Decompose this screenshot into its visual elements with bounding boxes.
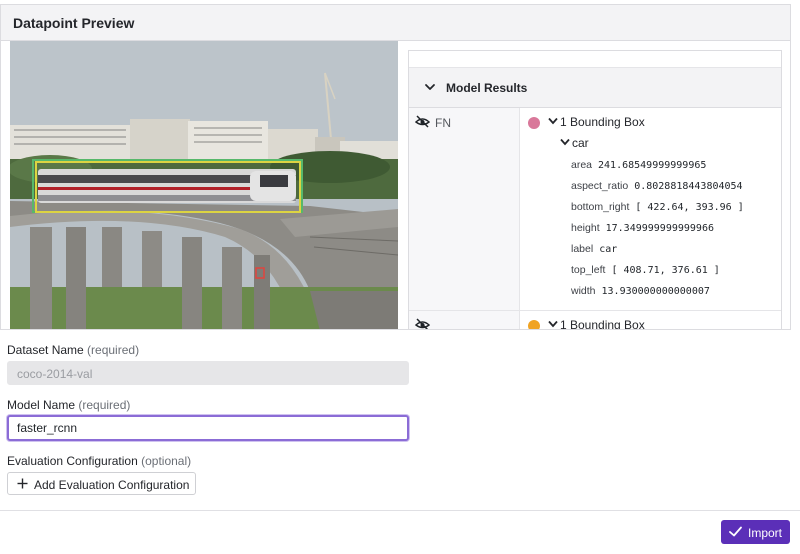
add-evaluation-configuration-button[interactable]: Add Evaluation Configuration [7,472,196,495]
model-name-label: Model Name (required) [7,398,130,412]
optional-note: (optional) [141,454,192,468]
model-name-field[interactable]: faster_rcnn [7,415,409,441]
bounding-box-count: 1 Bounding Box [560,115,645,129]
evaluation-config-label: Evaluation Configuration (optional) [7,454,191,468]
attribute-row: width 13.930000000000007 [520,281,781,302]
dataset-name-value: coco-2014-val [17,367,93,381]
model-results-header[interactable]: Model Results [409,68,781,108]
model-name-value: faster_rcnn [17,421,78,435]
plus-icon [17,478,28,489]
datapoint-image [10,41,398,329]
attribute-value: car [599,244,618,255]
bounding-box-toggle[interactable]: 1 Bounding Box [520,318,781,330]
result-row-fn: FN 1 Bounding Box car area 241.6854999999… [409,108,781,311]
category-toggle[interactable]: car [520,136,781,152]
chevron-down-icon[interactable] [548,117,558,125]
category-label: car [572,136,589,150]
attribute-value: 17.349999999999966 [605,223,714,234]
attribute-name: width [571,285,596,297]
attribute-name: bottom_right [571,201,630,213]
preview-body: Model Results FN 1 Bounding Box car area… [0,40,791,330]
footer-divider [0,510,800,511]
eye-slash-icon[interactable] [415,318,430,330]
result-detail-cell: 1 Bounding Box car area 241.6854999999996… [520,108,781,310]
result-row-second: 1 Bounding Box [409,311,781,330]
dataset-name-label: Dataset Name (required) [7,343,139,357]
attribute-value: 13.930000000000007 [601,286,710,297]
datapoint-preview-dialog: Datapoint Preview Model Results FN 1 Bou… [0,0,800,554]
evaluation-config-label-text: Evaluation Configuration [7,454,138,468]
attribute-value: [ 408.71, 376.61 ] [611,265,720,276]
attribute-value: [ 422.64, 393.96 ] [635,202,744,213]
eye-slash-icon[interactable] [415,115,430,128]
chevron-down-icon[interactable] [423,80,437,94]
import-button[interactable]: Import [721,520,790,544]
attribute-row: bottom_right [ 422.64, 393.96 ] [520,197,781,218]
panel-title: Datapoint Preview [13,15,135,31]
dataset-name-field[interactable]: coco-2014-val [7,361,409,385]
add-evaluation-configuration-label: Add Evaluation Configuration [34,478,190,492]
attribute-row: height 17.349999999999966 [520,218,781,239]
model-results-label: Model Results [446,81,528,95]
required-note: (required) [78,398,131,412]
bounding-box-toggle[interactable]: 1 Bounding Box [520,115,781,131]
train-photo-illustration [10,41,398,329]
results-top-spacer [409,51,781,68]
chevron-down-icon[interactable] [560,138,570,146]
attribute-row: top_left [ 408.71, 376.61 ] [520,260,781,281]
attribute-name: area [571,159,593,171]
result-type-label: FN [435,116,451,130]
dataset-name-label-text: Dataset Name [7,343,84,357]
attribute-row: label car [520,239,781,260]
attribute-name: label [571,243,594,255]
model-results-panel: Model Results FN 1 Bounding Box car area… [408,50,782,330]
result-type-cell: FN [409,108,520,310]
attribute-name: top_left [571,264,606,276]
required-note: (required) [87,343,140,357]
model-name-label-text: Model Name [7,398,76,412]
import-label: Import [748,526,783,540]
bounding-box-count: 1 Bounding Box [560,318,645,330]
result-type-cell [409,311,520,330]
attribute-name: aspect_ratio [571,180,629,192]
result-detail-cell: 1 Bounding Box [520,311,781,330]
attribute-value: 241.68549999999965 [598,160,707,171]
preview-header: Datapoint Preview [0,4,791,40]
chevron-down-icon[interactable] [548,320,558,328]
attribute-row: area 241.68549999999965 [520,155,781,176]
attribute-row: aspect_ratio 0.8028818443804054 [520,176,781,197]
attribute-value: 0.8028818443804054 [634,181,743,192]
attribute-name: height [571,222,600,234]
check-icon [729,526,742,537]
